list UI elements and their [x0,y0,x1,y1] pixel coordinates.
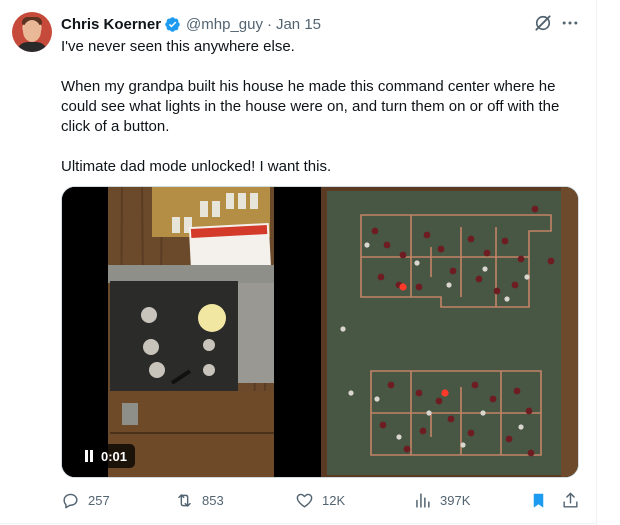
reply-button[interactable]: 257 [61,488,110,512]
repost-count: 853 [202,492,224,508]
tweet-text: I've never seen this anywhere else. When… [61,37,581,177]
timeline-border [596,0,597,525]
tweet-divider [0,523,597,524]
avatar[interactable] [12,12,52,52]
video-time-badge[interactable]: 0:01 [76,444,136,468]
view-count: 397K [440,492,471,508]
tweet-date[interactable]: Jan 15 [276,16,321,33]
avatar-face [23,20,41,42]
pause-icon[interactable] [84,450,94,462]
separator-dot: · [266,15,272,33]
tweet-paragraph: Ultimate dad mode unlocked! I want this. [61,158,332,175]
views-button[interactable]: 397K [413,488,470,512]
verified-badge-icon [165,16,180,32]
repost-button[interactable]: 853 [175,488,224,512]
like-button[interactable]: 12K [295,488,345,512]
reply-icon [63,493,78,508]
share-button[interactable] [561,488,588,512]
author-name[interactable]: Chris Koerner [61,16,161,33]
bookmark-icon [533,493,544,508]
author-handle[interactable]: @mhp_guy [186,16,263,33]
photo-image [321,187,578,477]
tweet-paragraph: I've never seen this anywhere else. [61,38,295,55]
repost-icon [178,493,191,507]
reply-count: 257 [88,492,110,508]
share-icon [563,492,578,508]
grok-icon[interactable] [533,13,553,33]
media-gallery[interactable]: 0:01 [61,186,579,478]
like-count: 12K [322,492,346,508]
like-icon [296,493,313,508]
tweet-header: Chris Koerner @mhp_guy · Jan 15 [61,14,321,34]
views-icon [416,492,430,508]
video-time: 0:01 [101,448,128,464]
video-player[interactable]: 0:01 [62,187,319,477]
avatar-shirt [16,42,48,52]
bookmark-button[interactable] [529,488,556,512]
more-icon[interactable] [560,13,580,33]
control-board-photo[interactable] [321,187,578,477]
tweet-paragraph: When my grandpa built his house he made … [61,78,560,135]
tweet[interactable]: Chris Koerner @mhp_guy · Jan 15 I've nev… [0,0,620,525]
tweet-actions: 257 853 12K 397K [61,488,591,512]
video-frame [62,187,319,477]
